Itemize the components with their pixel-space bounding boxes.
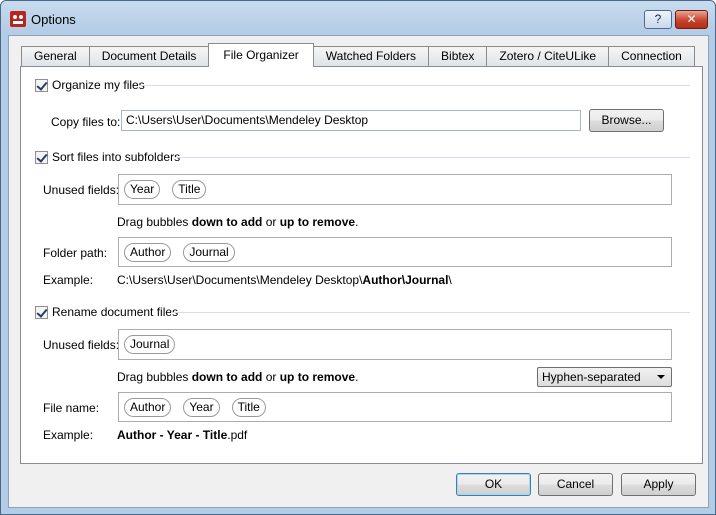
hint-down-text: down to add xyxy=(191,370,263,384)
hint-text: . xyxy=(355,370,359,384)
separator-dropdown[interactable]: Hyphen-separated xyxy=(537,367,672,387)
rename-drag-hint: Drag bubbles down to add or up to remove… xyxy=(117,370,358,384)
copy-files-label: Copy files to: xyxy=(51,115,121,129)
bubble-title[interactable]: Title xyxy=(172,180,207,199)
organize-files-label: Organize my files xyxy=(52,78,145,92)
window-title: Options xyxy=(31,12,76,27)
browse-button[interactable]: Browse... xyxy=(589,109,664,132)
bubble-journal[interactable]: Journal xyxy=(183,243,235,262)
rename-unused-label: Unused fields: xyxy=(43,338,120,352)
sort-subfolders-label: Sort files into subfolders xyxy=(52,150,181,164)
folder-path-label: Folder path: xyxy=(43,246,108,260)
bubble-author[interactable]: Author xyxy=(124,243,172,262)
close-button[interactable]: ✕ xyxy=(675,10,708,29)
copy-path-input[interactable]: C:\Users\User\Documents\Mendeley Desktop xyxy=(121,110,581,131)
hint-down-text: down to add xyxy=(191,215,263,229)
bubble-author[interactable]: Author xyxy=(124,398,172,417)
section-divider xyxy=(139,85,690,86)
tab-zotero-citeulike[interactable]: Zotero / CiteULike xyxy=(486,46,610,66)
folder-path-fields[interactable]: Author Journal xyxy=(118,237,672,267)
rename-files-label: Rename document files xyxy=(52,305,179,319)
dialog-body: General Document Details File Organizer … xyxy=(8,35,709,508)
options-window: Options ? ✕ General Document Details Fil… xyxy=(0,0,716,515)
subfolder-drag-hint: Drag bubbles down to add or up to remove… xyxy=(117,215,358,229)
example-path-text: \ xyxy=(448,273,452,287)
subfolder-unused-fields[interactable]: Year Title xyxy=(118,174,672,205)
example-filename-text: Author - Year - Title xyxy=(117,428,228,442)
file-name-fields[interactable]: Author Year Title xyxy=(118,392,672,422)
tab-strip: General Document Details File Organizer … xyxy=(21,43,695,67)
title-bar: Options ? ✕ xyxy=(1,1,715,35)
sort-subfolders-checkbox[interactable] xyxy=(35,150,48,164)
subfolder-unused-label: Unused fields: xyxy=(43,183,120,197)
example-extension-text: .pdf xyxy=(227,428,248,442)
bubble-journal[interactable]: Journal xyxy=(124,335,176,354)
bubble-year[interactable]: Year xyxy=(183,398,220,417)
tab-file-organizer[interactable]: File Organizer xyxy=(208,43,314,67)
hint-text: or xyxy=(262,370,280,384)
rename-files-toggle[interactable]: Rename document files xyxy=(35,304,178,320)
subfolder-example-label: Example: xyxy=(43,273,94,287)
hint-up-text: up to remove xyxy=(279,370,356,384)
bubble-title[interactable]: Title xyxy=(231,398,266,417)
hint-text: or xyxy=(262,215,280,229)
section-divider xyxy=(175,157,690,158)
subfolder-example-value: C:\Users\User\Documents\Mendeley Desktop… xyxy=(117,273,452,287)
tab-general[interactable]: General xyxy=(21,46,90,66)
chevron-down-icon xyxy=(657,375,665,379)
hint-text: Drag bubbles xyxy=(117,370,192,384)
apply-button[interactable]: Apply xyxy=(621,473,696,496)
help-button[interactable]: ? xyxy=(644,10,672,29)
organize-files-toggle[interactable]: Organize my files xyxy=(35,77,145,93)
example-path-text: C:\Users\User\Documents\Mendeley Desktop… xyxy=(117,273,363,287)
section-divider xyxy=(171,312,690,313)
organize-files-checkbox[interactable] xyxy=(35,78,48,92)
rename-example-label: Example: xyxy=(43,428,94,442)
mendeley-app-icon xyxy=(10,11,26,27)
sort-subfolders-toggle[interactable]: Sort files into subfolders xyxy=(35,149,180,165)
tab-connection[interactable]: Connection xyxy=(608,46,695,66)
file-name-label: File name: xyxy=(43,401,100,415)
hint-text: Drag bubbles xyxy=(117,215,192,229)
rename-example-value: Author - Year - Title.pdf xyxy=(117,428,247,442)
file-organizer-pane: Organize my files Copy files to: C:\User… xyxy=(20,66,703,464)
rename-files-checkbox[interactable] xyxy=(35,305,48,319)
ok-button[interactable]: OK xyxy=(456,473,531,496)
hint-text: . xyxy=(355,215,359,229)
tab-document-details[interactable]: Document Details xyxy=(88,46,210,66)
separator-selected-value: Hyphen-separated xyxy=(542,370,641,384)
tab-watched-folders[interactable]: Watched Folders xyxy=(312,46,430,66)
bubble-year[interactable]: Year xyxy=(124,180,161,199)
example-folder-text: Author\Journal xyxy=(362,273,449,287)
tab-bibtex[interactable]: Bibtex xyxy=(428,46,488,66)
hint-up-text: up to remove xyxy=(279,215,356,229)
rename-unused-fields[interactable]: Journal xyxy=(118,329,672,360)
cancel-button[interactable]: Cancel xyxy=(538,473,613,496)
